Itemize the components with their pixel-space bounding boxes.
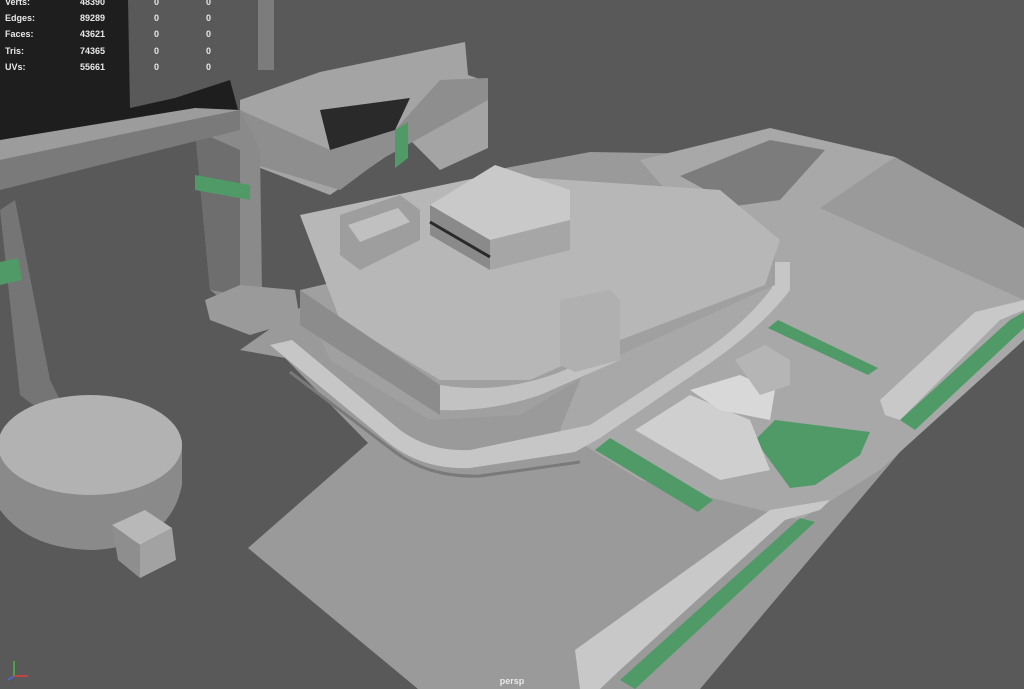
viewport-3d-scene[interactable] [0, 0, 1024, 689]
hud-stat-extra: 0 [205, 13, 211, 24]
hud-stat-row: Faces: 43621 0 0 [5, 26, 215, 42]
hud-stat-value: 43621 [79, 29, 105, 40]
hud-stat-row: Verts: 48390 0 0 [5, 0, 215, 10]
camera-label: persp [499, 676, 525, 686]
hud-stat-selected: 0 [153, 45, 159, 56]
hud-stat-row: UVs: 55661 0 0 [5, 59, 215, 75]
cylinder-top [0, 395, 182, 495]
green-panel-upper [395, 122, 408, 168]
hud-stat-label: Faces: [5, 29, 34, 40]
hud-stat-label: Tris: [5, 45, 25, 56]
hud-stat-value: 55661 [79, 61, 105, 72]
hud-stat-value: 89289 [79, 13, 105, 24]
frame-post [258, 0, 274, 70]
hud-stat-selected: 0 [153, 13, 159, 24]
hud-stats-panel: Verts: 48390 0 0 Edges: 89289 0 0 Faces: 43621 0 0 T… [5, 0, 215, 75]
hud-stat-value: 74365 [79, 45, 105, 56]
hud-stat-label: Verts: [5, 0, 31, 7]
pillar-front [195, 130, 240, 295]
hud-stat-value: 48390 [79, 0, 105, 7]
hud-stat-selected: 0 [153, 0, 159, 7]
axis-gizmo-icon [7, 661, 28, 681]
elevator-pillar [560, 290, 620, 372]
hud-stat-row: Tris: 74365 0 0 [5, 43, 215, 59]
hud-stat-extra: 0 [205, 45, 211, 56]
hud-stat-extra: 0 [205, 29, 211, 40]
hud-stat-selected: 0 [153, 29, 159, 40]
hud-stat-selected: 0 [153, 61, 159, 72]
hud-stat-label: Edges: [5, 13, 36, 24]
hud-stat-extra: 0 [205, 0, 211, 7]
hud-stat-row: Edges: 89289 0 0 [5, 10, 215, 26]
hud-stat-extra: 0 [205, 61, 211, 72]
axis-z [7, 675, 15, 681]
left-support [0, 200, 60, 410]
hud-stat-label: UVs: [5, 61, 26, 72]
